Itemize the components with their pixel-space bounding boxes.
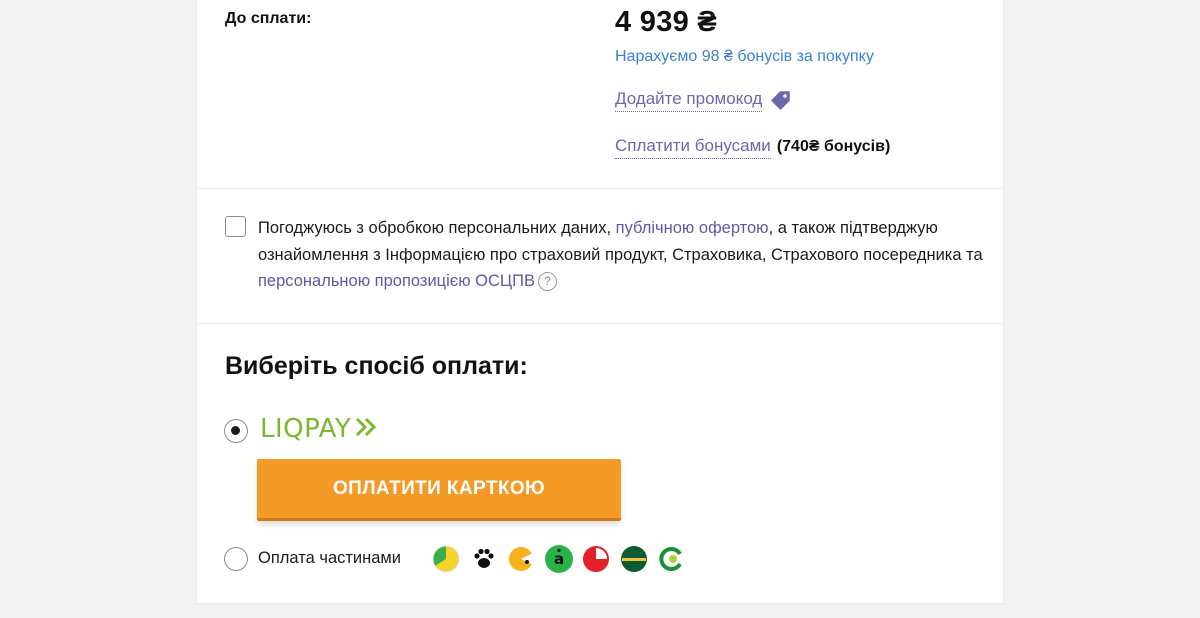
bank-icon-6 <box>657 545 685 573</box>
add-promo-code-link[interactable]: Додайте промокод <box>615 89 763 112</box>
personal-proposal-link[interactable]: персональною пропозицією ОСЦПВ <box>258 272 535 290</box>
total-amount: 4 939 ₴ <box>615 6 718 38</box>
consent-text-part: Погоджуюсь з обробкою персональних даних… <box>258 219 616 237</box>
payment-method-title: Виберіть спосіб оплати: <box>225 352 528 380</box>
pay-with-bonuses-link[interactable]: Сплатити бонусами <box>615 136 771 159</box>
consent-checkbox[interactable] <box>225 216 246 237</box>
bank-icon-paw <box>470 545 498 573</box>
liqpay-radio[interactable] <box>224 419 248 443</box>
tag-icon[interactable] <box>769 88 793 112</box>
bank-icon-a: а <box>544 545 573 573</box>
bonus-accrual-text: Нарахуємо 98 ₴ бонусів за покупку <box>615 48 874 65</box>
total-section: До сплати: 4 939 ₴ Нарахуємо 98 ₴ бонусі… <box>197 0 1003 188</box>
bank-icon-pumb <box>582 545 610 573</box>
bank-icon-5 <box>620 545 648 573</box>
help-icon[interactable]: ? <box>537 272 557 291</box>
due-label: До сплати: <box>225 10 312 27</box>
bonus-balance: (740₴ бонусів) <box>776 138 891 155</box>
checkout-card: До сплати: 4 939 ₴ Нарахуємо 98 ₴ бонусі… <box>197 0 1003 603</box>
consent-text: Погоджуюсь з обробкою персональних даних… <box>258 215 985 295</box>
public-offer-link[interactable]: публічною офертою <box>616 219 769 237</box>
pay-by-card-button[interactable]: ОПЛАТИТИ КАРТКОЮ <box>257 459 621 521</box>
installment-bank-icons: а <box>432 545 695 573</box>
installments-radio[interactable] <box>224 547 248 571</box>
divider <box>197 323 1003 324</box>
consent-row: Погоджуюсь з обробкою персональних даних… <box>225 215 985 295</box>
liqpay-logo: LIQPAY <box>260 414 380 444</box>
pay-with-bonuses-row: Сплатити бонусами (740₴ бонусів) <box>615 136 890 159</box>
bank-icon-1 <box>432 545 460 573</box>
liqpay-logo-text: LIQPAY <box>260 414 352 444</box>
installments-label[interactable]: Оплата частинами <box>258 549 401 568</box>
liqpay-arrows-icon <box>354 416 380 443</box>
promo-code-row: Додайте промокод <box>615 88 793 112</box>
bank-icon-3 <box>507 545 535 573</box>
svg-text:а: а <box>553 550 563 568</box>
divider <box>197 188 1003 189</box>
